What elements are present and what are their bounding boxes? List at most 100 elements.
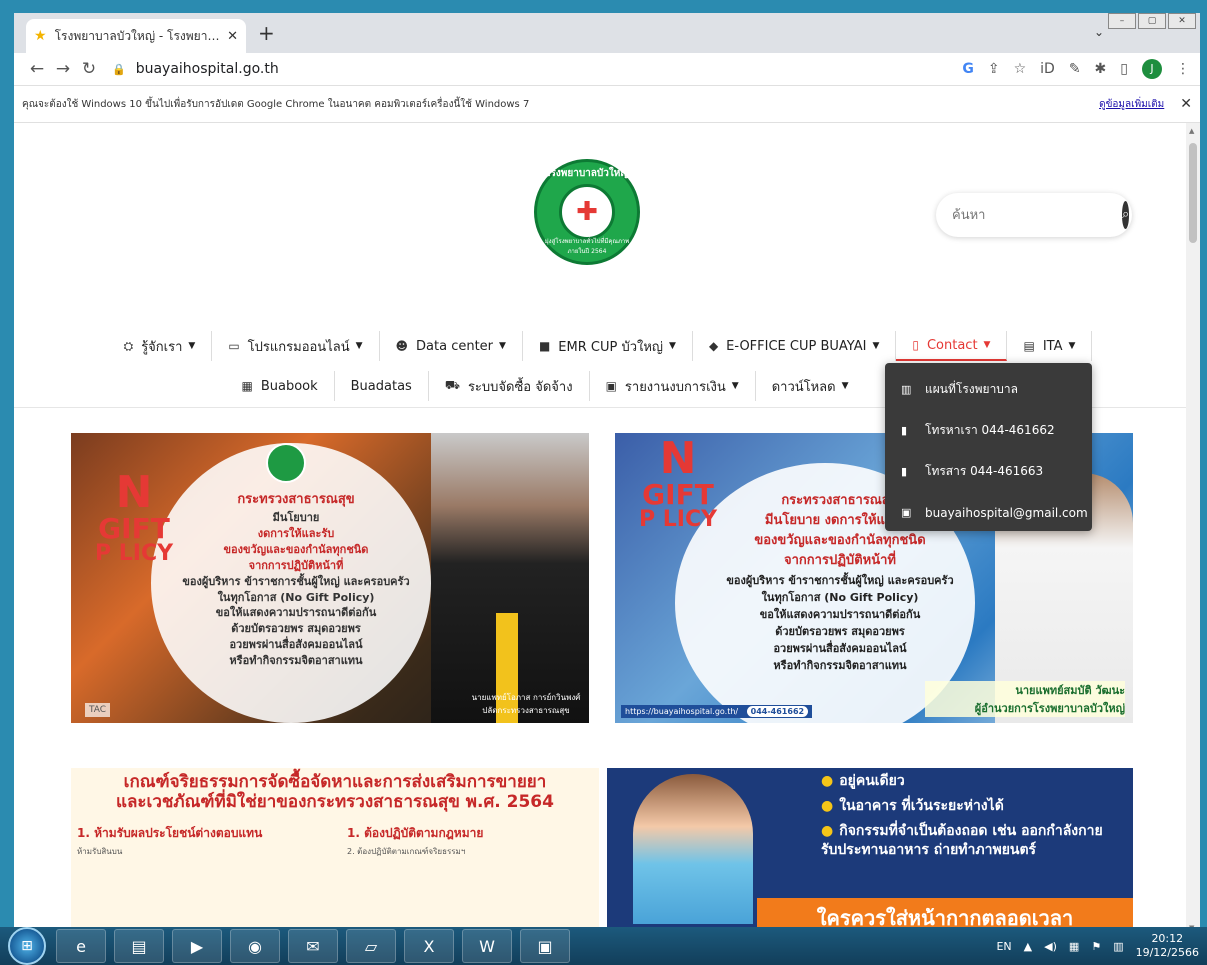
dropdown-item-map[interactable]: ▥ แผนที่โรงพยาบาล (885, 369, 1092, 410)
start-button[interactable]: ⊞ (8, 927, 46, 965)
nav-label: Data center (416, 338, 494, 354)
network-icon[interactable]: ▦ (1069, 940, 1079, 953)
banner-text: กระทรวงสาธารณสุข มีนโยบาย งดการให้และรับ… (171, 491, 421, 669)
search-box: ⌕ (936, 193, 1132, 237)
maximize-icon[interactable]: ▢ (1138, 13, 1166, 29)
dropdown-item-phone[interactable]: ▮ โทรหาเรา 044-461662 (885, 410, 1092, 451)
close-tab-icon[interactable]: ✕ (227, 29, 238, 44)
no-text: N (659, 433, 697, 484)
side-panel-icon[interactable]: ▯ (1120, 61, 1128, 77)
banner-footer: TAC (85, 703, 111, 717)
dropdown-item-email[interactable]: ▣ buayaihospital@gmail.com (885, 492, 1092, 533)
address-bar[interactable]: 🔒 buayaihospital.go.th (112, 55, 952, 83)
file-explorer-icon[interactable]: ▤ (114, 929, 164, 963)
banner-line: ด้วยบัตรอวยพร สมุดอวยพร (775, 624, 905, 638)
scroll-thumb[interactable] (1189, 143, 1197, 243)
mask-list-item: ● ในอาคาร ที่เว้นระยะห่างได้ (821, 797, 1121, 816)
tray-expand-icon[interactable]: ▲ (1024, 940, 1032, 953)
bookmark-star-icon[interactable]: ☆ (1014, 61, 1027, 77)
nav-financial-report[interactable]: ▣ รายงานงบการเงิน ▼ (590, 371, 756, 401)
chevron-down-icon: ▼ (841, 381, 849, 391)
lock-icon[interactable]: 🔒 (112, 63, 126, 76)
close-window-icon[interactable]: ✕ (1168, 13, 1196, 29)
green-app-icon[interactable]: ▣ (520, 929, 570, 963)
page-scrollbar[interactable]: ▲ ▼ (1186, 123, 1200, 936)
profile-avatar[interactable]: J (1142, 59, 1162, 79)
search-input[interactable] (952, 207, 1122, 223)
nav-download[interactable]: ดาวน์โหลด ▼ (756, 371, 865, 401)
search-icon[interactable]: ⌕ (1122, 201, 1130, 229)
tab-search-icon[interactable]: ⌄ (1094, 25, 1104, 39)
dropdown-label: แผนที่โรงพยาบาล (925, 382, 1019, 396)
chrome-icon[interactable]: ◉ (230, 929, 280, 963)
flag-icon[interactable]: ⚑ (1091, 940, 1101, 953)
id-extension-icon[interactable]: iD (1040, 61, 1055, 77)
nav-data-center[interactable]: ☻ Data center ▼ (380, 331, 523, 361)
nav-buabook[interactable]: ▦ Buabook (225, 371, 335, 401)
volume-icon[interactable]: ◀) (1044, 940, 1057, 953)
media-player-icon[interactable]: ▶ (172, 929, 222, 963)
reload-icon[interactable]: ↻ (76, 59, 102, 79)
nav-online-programs[interactable]: ▭ โปรแกรมออนไลน์ ▼ (212, 331, 380, 361)
nav-eoffice[interactable]: ◆ E-OFFICE CUP BUAYAI ▼ (693, 331, 897, 361)
minimize-icon[interactable]: – (1108, 13, 1136, 29)
browser-window: ★ โรงพยาบาลบัวใหญ่ - โรงพยาบาลทั่วไปขั้น… (14, 13, 1200, 936)
dropdown-item-fax[interactable]: ▮ โทรสาร 044-461663 (885, 451, 1092, 492)
monitor-icon: ■ (538, 339, 551, 353)
bullet-icon: ● (821, 822, 834, 839)
mask-list: ● อยู่คนเดียว ● ในอาคาร ที่เว้นระยะห่างได้… (821, 772, 1121, 866)
nav-emr[interactable]: ■ EMR CUP บัวใหญ่ ▼ (523, 331, 693, 361)
chevron-down-icon: ▼ (731, 381, 739, 391)
menu-kebab-icon[interactable]: ⋮ (1176, 61, 1190, 77)
no-gift-banner-1[interactable]: N GIFT P LICY กระทรวงสาธารณสุข มีนโยบาย … (71, 433, 589, 723)
back-icon[interactable]: ← (24, 59, 50, 79)
map-icon: ▥ (901, 383, 912, 396)
window-controls: – ▢ ✕ (1108, 13, 1196, 29)
extensions-puzzle-icon[interactable]: ✱ (1095, 61, 1107, 77)
column-title: 1. ห้ามรับผลประโยชน์ต่างตอบแทน (77, 826, 263, 840)
document-icon: ▣ (605, 379, 617, 393)
folder-icon: ◆ (708, 339, 719, 353)
hospital-logo[interactable]: โรงพยาบาลบัวใหญ่ ✚ มุ่งสู่โรงพยาบาลทั่วไ… (534, 159, 640, 265)
infobar-more-link[interactable]: ดูข้อมูลเพิ่มเติม (1099, 97, 1164, 112)
line-icon[interactable]: ✉ (288, 929, 338, 963)
share-icon[interactable]: ⇪ (988, 61, 1000, 77)
forward-icon[interactable]: → (50, 59, 76, 79)
banner-line: ของขวัญและของกำนัลทุกชนิด (754, 533, 926, 549)
bullet-icon: ● (821, 797, 834, 814)
ime-icon[interactable]: ▥ (1113, 940, 1123, 953)
excel-icon[interactable]: X (404, 929, 454, 963)
nav-contact[interactable]: ▯ Contact ▼ (896, 331, 1008, 361)
banner-line: ในทุกโอกาส (No Gift Policy) (217, 590, 375, 604)
clock[interactable]: 20:12 19/12/2566 (1136, 932, 1199, 960)
chevron-down-icon: ▼ (1068, 341, 1076, 351)
chevron-down-icon: ▼ (499, 341, 506, 351)
banner-footer: https://buayaihospital.go.th/ 044-461662 (621, 705, 813, 718)
google-lens-icon[interactable]: G (962, 61, 974, 77)
tab-strip: ★ โรงพยาบาลบัวใหญ่ - โรงพยาบาลทั่วไปขั้น… (14, 13, 1200, 53)
nav-buadatas[interactable]: Buadatas (335, 371, 429, 401)
new-tab-icon[interactable]: + (258, 21, 275, 45)
mask-banner[interactable]: ● อยู่คนเดียว ● ในอาคาร ที่เว้นระยะห่างได้… (607, 768, 1133, 936)
item-text: กิจกรรมที่จำเป็นต้องถอด เช่น ออกกำลังกาย… (821, 822, 1103, 858)
contact-dropdown-menu: ▥ แผนที่โรงพยาบาล ▮ โทรหาเรา 044-461662 … (885, 363, 1092, 531)
caption-line: ผู้อำนวยการโรงพยาบาลบัวใหญ่ (974, 702, 1125, 715)
infobar-message: คุณจะต้องใช้ Windows 10 ขึ้นไปเพื่อรับกา… (22, 98, 530, 110)
pin-extension-icon[interactable]: ✎ (1069, 61, 1081, 77)
ethics-column-1: 1. ห้ามรับผลประโยชน์ต่างตอบแทน ห้ามรับสิ… (77, 824, 327, 857)
language-indicator[interactable]: EN (996, 940, 1011, 953)
logo-emblem: ✚ (559, 184, 615, 240)
infobar-close-icon[interactable]: ✕ (1180, 96, 1192, 112)
nav-about[interactable]: ⛭ รู้จักเรา ▼ (108, 331, 213, 361)
chevron-down-icon: ▼ (983, 340, 991, 350)
nav-ita[interactable]: ▤ ITA ▼ (1007, 331, 1093, 361)
url-text: buayaihospital.go.th (135, 61, 279, 77)
nav-procurement[interactable]: ⛟ ระบบจัดซื้อ จัดจ้าง (429, 371, 590, 401)
word-icon[interactable]: W (462, 929, 512, 963)
browser-tab[interactable]: ★ โรงพยาบาลบัวใหญ่ - โรงพยาบาลทั่วไปขั้น… (26, 19, 246, 53)
scroll-up-icon[interactable]: ▲ (1189, 127, 1194, 135)
notepad-icon[interactable]: ▱ (346, 929, 396, 963)
phone-icon: ▯ (912, 338, 919, 352)
ethics-banner[interactable]: เกณฑ์จริยธรรมการจัดซื้อจัดหาและการส่งเสร… (71, 768, 599, 936)
ie-icon[interactable]: e (56, 929, 106, 963)
